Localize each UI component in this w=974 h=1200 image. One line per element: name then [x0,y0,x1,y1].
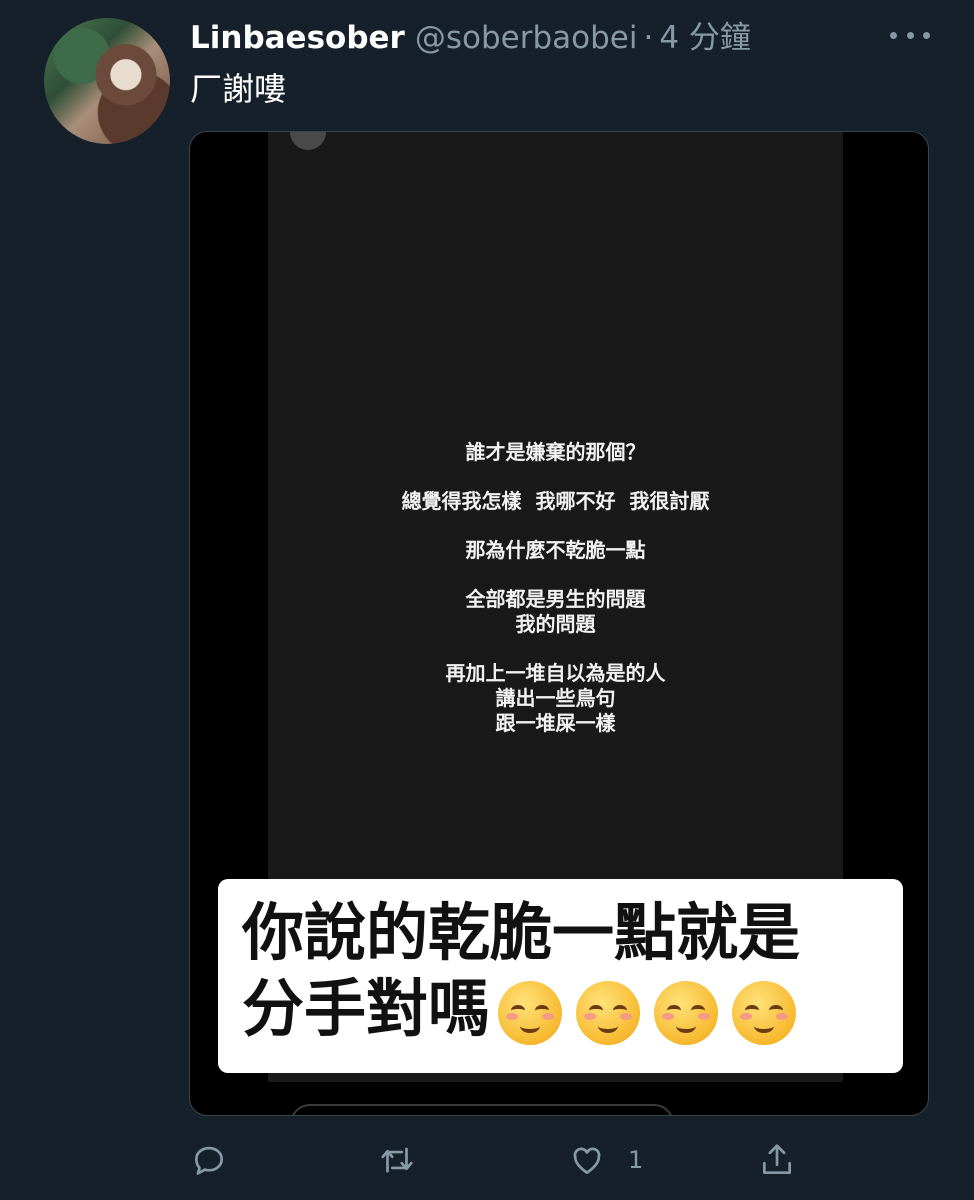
story-line: 全部都是男生的問題 [465,587,646,611]
user-handle[interactable]: @soberbaobei [415,20,638,56]
story-line: 講出一些鳥句 [495,686,616,710]
story-line: 跟一堆屎一樣 [495,711,616,735]
tweet-header: Linbaesober @soberbaobei · 4 分鐘 [190,12,751,58]
story-line-gap [268,563,843,587]
like-icon [573,1147,601,1175]
tweet-actions: 1 [0,1130,974,1190]
story-line-gap [268,514,843,538]
story-text: 誰才是嫌棄的那個？ 總覺得我怎樣 我哪不好 我很討厭 那為什麼不乾脆一點 全部都是男生… [268,440,843,736]
reply-button[interactable] [190,1130,228,1190]
story-line-gap [268,465,843,489]
story-line: 總覺得我怎樣 我哪不好 我很討厭 [401,489,710,513]
display-name[interactable]: Linbaesober [190,20,405,56]
retweet-button[interactable] [378,1130,416,1190]
caption-sticker: 你說的乾脆一點就是 分手對嗎 [218,879,903,1073]
caption-line-1: 你說的乾脆一點就是 [242,896,801,969]
story-line: 我的問題 [515,612,596,636]
separator-dot: · [643,20,654,56]
timestamp[interactable]: 4 分鐘 [659,12,751,57]
smiling-face-icon [498,980,563,1045]
story-line: 誰才是嫌棄的那個？ [465,440,646,464]
tweet-text: 厂謝嘍 [190,70,287,108]
story-line: 那為什麼不乾脆一點 [465,538,646,562]
story-avatar [290,132,326,150]
emoji-row [498,980,797,1045]
smiling-face-icon [732,980,797,1045]
caption-line-2: 分手對嗎 [242,972,491,1045]
more-options-icon[interactable] [890,30,930,40]
share-button[interactable] [758,1130,796,1190]
like-button[interactable]: 1 [568,1130,643,1190]
avatar[interactable] [44,18,170,144]
tweet: Linbaesober @soberbaobei · 4 分鐘 厂謝嘍 誰才是嫌… [0,0,974,1200]
smiling-face-icon [576,980,641,1045]
retweet-icon [381,1147,413,1173]
story-reply-bar [290,1104,674,1115]
like-count: 1 [628,1146,644,1174]
reply-icon [194,1146,224,1175]
caption-line-2-wrap: 分手對嗎 [242,971,903,1047]
story-line: 再加上一堆自以為是的人 [445,661,666,685]
smiling-face-icon [654,980,719,1045]
tweet-media-image[interactable]: 誰才是嫌棄的那個？ 總覺得我怎樣 我哪不好 我很討厭 那為什麼不乾脆一點 全部都是男生… [189,131,929,1116]
share-icon [762,1144,792,1175]
story-line-gap [268,637,843,661]
